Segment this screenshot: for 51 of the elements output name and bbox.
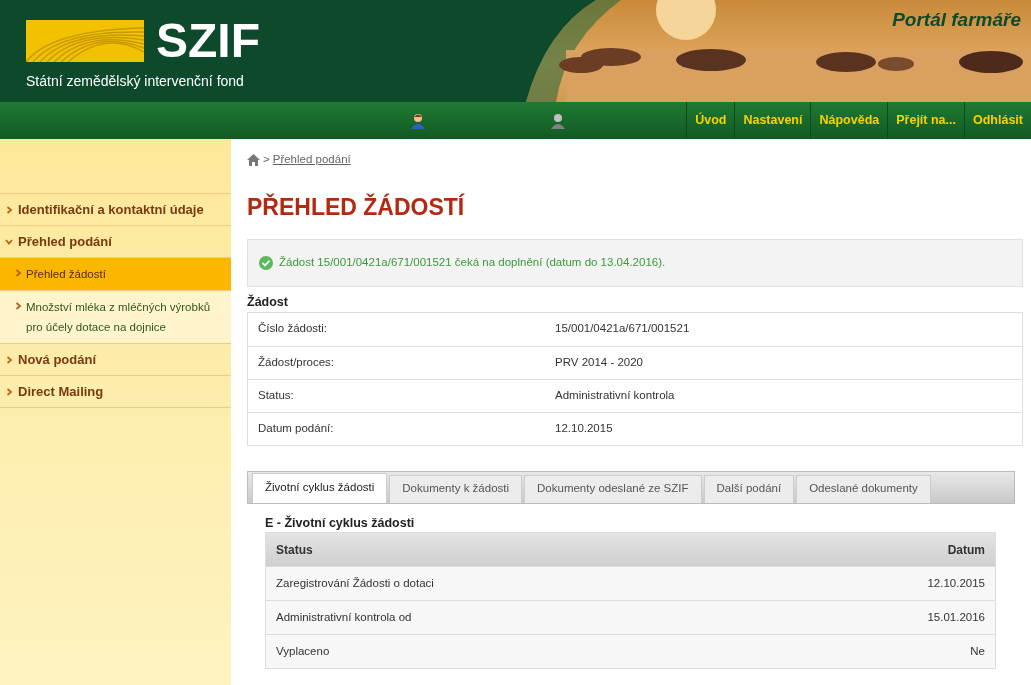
field-label: Žádost/proces: bbox=[257, 354, 336, 370]
table-cell-text: Vyplaceno bbox=[276, 644, 330, 660]
table-cell-text: 15.01.2016 bbox=[927, 610, 985, 626]
home-icon[interactable] bbox=[247, 153, 260, 166]
sidebar-subitem[interactable]: Množství mléka z mléčných výrobků pro účely dotace na dojnice bbox=[0, 290, 231, 343]
chevron-right-icon bbox=[14, 302, 22, 310]
nav-link[interactable]: Nápověda bbox=[810, 102, 888, 139]
section-title: Žádost bbox=[247, 293, 289, 311]
page-title: PŘEHLED ŽÁDOSTÍ bbox=[247, 192, 466, 223]
sidebar-subitem[interactable]: Přehled žádostí bbox=[0, 257, 231, 290]
field-value: 15/001/0421a/671/001521 bbox=[555, 321, 690, 337]
sidebar-item[interactable]: Nová podání bbox=[0, 343, 231, 375]
logo-icon bbox=[26, 20, 144, 62]
column-header: Status bbox=[276, 541, 313, 559]
chevron-down-icon bbox=[5, 237, 13, 246]
tab[interactable]: Dokumenty k žádosti bbox=[389, 474, 523, 503]
section-title: E - Životní cyklus žádosti bbox=[265, 514, 416, 532]
nav-link[interactable]: Přejít na... bbox=[887, 102, 964, 139]
tab[interactable]: Životní cyklus žádosti bbox=[252, 472, 388, 503]
tab[interactable]: Odeslané dokumenty bbox=[796, 474, 931, 503]
field-label: Číslo žádosti: bbox=[257, 321, 329, 337]
sidebar-item[interactable]: Identifikační a kontaktní údaje bbox=[0, 193, 231, 225]
logo-text: SZIF bbox=[156, 17, 260, 65]
table-cell-text: Zaregistrování Žádosti o dotaci bbox=[276, 576, 434, 592]
message-text: Žádost 15/001/0421a/671/001521 čeká na doplnění (datum do 13.04.2016). bbox=[279, 255, 666, 271]
sidebar-item[interactable]: Direct Mailing bbox=[0, 375, 231, 407]
table-cell-text: 12.10.2015 bbox=[927, 576, 985, 592]
table-cell-text: Administrativní kontrola od bbox=[276, 610, 412, 626]
breadcrumb-link[interactable]: Přehled podání bbox=[272, 151, 351, 169]
chevron-right-icon bbox=[14, 269, 22, 277]
field-value: 12.10.2015 bbox=[555, 420, 613, 436]
nav-link[interactable]: Odhlásit bbox=[964, 102, 1031, 139]
nav-link[interactable]: Nastavení bbox=[734, 102, 811, 139]
breadcrumb-separator: > bbox=[263, 152, 270, 167]
column-header: Datum bbox=[947, 541, 985, 559]
field-value: Administrativní kontrola bbox=[555, 387, 675, 403]
field-label: Datum podání: bbox=[257, 420, 335, 436]
chevron-right-icon bbox=[5, 355, 13, 364]
user-icon[interactable] bbox=[410, 112, 426, 129]
user-icon[interactable] bbox=[550, 112, 566, 129]
check-icon bbox=[259, 255, 273, 270]
chevron-right-icon bbox=[5, 387, 13, 396]
nav-link[interactable]: Úvod bbox=[686, 102, 735, 139]
chevron-right-icon bbox=[5, 205, 13, 214]
field-value: PRV 2014 - 2020 bbox=[555, 354, 644, 370]
field-label: Status: bbox=[257, 387, 295, 403]
tab[interactable]: Dokumenty odeslané ze SZIF bbox=[524, 474, 702, 503]
organization-name: Státní zemědělský intervenční fond bbox=[26, 72, 245, 91]
table-cell-text: Ne bbox=[970, 644, 985, 660]
portal-title: Portál farmáře bbox=[892, 8, 1021, 32]
tab[interactable]: Další podání bbox=[703, 474, 795, 503]
